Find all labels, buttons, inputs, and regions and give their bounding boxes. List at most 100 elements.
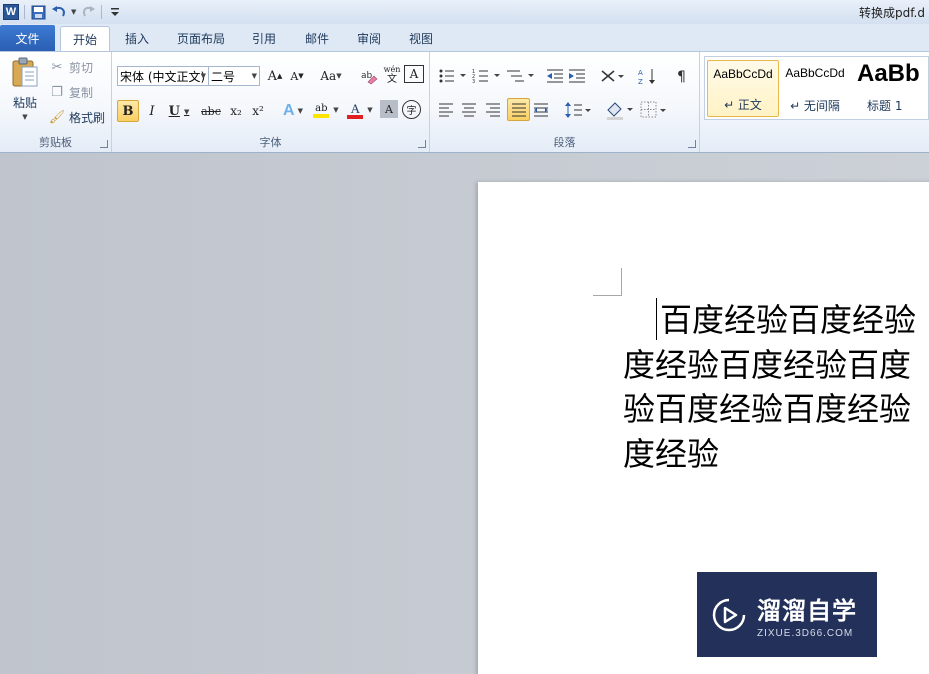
borders-icon[interactable]	[640, 101, 668, 119]
margin-crop-mark	[593, 295, 621, 296]
shrink-font-button[interactable]: A ▼	[286, 65, 308, 87]
phonetic-guide-button[interactable]: wén 文	[381, 64, 403, 86]
clipboard-launcher-icon[interactable]	[100, 140, 108, 148]
clipboard-group: 粘贴 ▼ ✂ 剪切 ❐ 复制 🖌 格式刷 剪贴板	[0, 52, 112, 152]
multilevel-list-icon[interactable]	[506, 68, 536, 84]
cut-button[interactable]: ✂ 剪切	[48, 58, 93, 76]
paragraph-group-label: 段落	[553, 136, 576, 149]
styles-gallery: AaBbCcDd ↵ 正文 AaBbCcDd ↵ 无间隔 AaBb 标题 1	[704, 56, 929, 120]
redo-icon[interactable]	[79, 3, 97, 21]
justify-icon	[511, 103, 526, 116]
svg-text:¶: ¶	[677, 69, 686, 85]
font-name-combo[interactable]: 宋体 (中文正文) ▼	[117, 66, 209, 86]
bullets-icon[interactable]	[438, 68, 468, 84]
copy-label: 复制	[69, 85, 94, 100]
undo-dropdown-icon[interactable]: ▼	[71, 8, 76, 16]
text-line: 验百度经验百度经验	[623, 390, 912, 428]
watermark-logo: 溜溜自学 ZIXUE.3D66.COM	[697, 572, 877, 657]
format-painter-button[interactable]: 🖌 格式刷	[48, 108, 105, 126]
chevron-down-icon: ▼	[251, 72, 257, 80]
chevron-down-icon: ▼	[200, 72, 206, 80]
highlight-button[interactable]: ab ▼	[310, 99, 342, 121]
tab-view[interactable]: 视图	[401, 26, 441, 51]
asian-layout-icon[interactable]	[600, 67, 628, 85]
text-effects-icon: A	[283, 102, 295, 119]
style-no-spacing[interactable]: AaBbCcDd ↵ 无间隔	[779, 60, 851, 117]
format-painter-label: 格式刷	[69, 110, 106, 125]
paragraph-group: 123 AZ ¶ 段落	[430, 52, 700, 152]
customize-qat-icon[interactable]	[106, 3, 124, 21]
clear-formatting-button[interactable]: ab	[358, 65, 380, 87]
font-color-icon: A	[347, 102, 364, 119]
distributed-icon[interactable]	[533, 102, 549, 118]
line-spacing-icon[interactable]	[564, 101, 592, 119]
separator	[101, 5, 103, 19]
align-center-icon[interactable]	[461, 102, 477, 118]
sort-icon[interactable]: AZ	[638, 67, 658, 85]
tab-review[interactable]: 审阅	[349, 26, 389, 51]
grow-font-button[interactable]: A ▲	[264, 65, 286, 87]
tab-file[interactable]: 文件	[0, 25, 55, 51]
font-launcher-icon[interactable]	[418, 140, 426, 148]
style-normal[interactable]: AaBbCcDd ↵ 正文	[707, 60, 779, 117]
separator	[24, 5, 25, 19]
text-line: 度经验百度经验百度	[623, 345, 912, 384]
subscript-button[interactable]: x₂	[225, 100, 247, 122]
document-body[interactable]: 百度经验百度经验 度经验百度经验百度 验百度经验百度经验 度经验	[623, 298, 929, 476]
save-icon[interactable]	[29, 3, 47, 21]
paste-button[interactable]: 粘贴 ▼	[8, 56, 42, 126]
show-marks-icon[interactable]: ¶	[676, 67, 690, 85]
superscript-button[interactable]: x²	[247, 100, 269, 122]
watermark-title: 溜溜自学	[757, 596, 857, 625]
italic-button[interactable]: I	[141, 100, 163, 122]
tab-page-layout[interactable]: 页面布局	[170, 26, 232, 51]
style-label: ↵ 正文	[724, 98, 762, 112]
tab-home[interactable]: 开始	[60, 26, 110, 51]
character-shading-button[interactable]: A	[380, 100, 398, 118]
copy-icon: ❐	[51, 84, 63, 100]
style-sample: AaBb	[857, 60, 920, 87]
text-line: 度经验	[623, 434, 720, 473]
cut-label: 剪切	[69, 60, 94, 75]
ribbon: 粘贴 ▼ ✂ 剪切 ❐ 复制 🖌 格式刷 剪贴板 宋体 (中文正文) ▼ 二号 …	[0, 51, 929, 153]
font-name-value: 宋体 (中文正文)	[120, 69, 206, 84]
window-title: 转换成pdf.d	[858, 6, 925, 20]
ribbon-tabs: 文件 开始 插入 页面布局 引用 邮件 审阅 视图	[0, 24, 929, 51]
word-icon[interactable]: W	[2, 3, 20, 21]
tab-references[interactable]: 引用	[244, 26, 284, 51]
change-case-button[interactable]: Aa ▼	[318, 65, 344, 87]
tab-mailings[interactable]: 邮件	[297, 26, 337, 51]
font-color-button[interactable]: A ▼	[344, 99, 376, 121]
style-label: ↵ 无间隔	[790, 99, 840, 113]
numbering-icon[interactable]: 123	[472, 68, 502, 84]
enclose-characters-button[interactable]: 字	[402, 100, 421, 119]
font-size-combo[interactable]: 二号 ▼	[208, 66, 260, 86]
underline-button[interactable]: U ▼	[164, 100, 194, 122]
paragraph-launcher-icon[interactable]	[688, 140, 696, 148]
title-bar: W ▼ 转换成pdf.d	[0, 0, 929, 24]
quick-access-toolbar: W ▼	[2, 2, 124, 22]
justify-button[interactable]	[507, 98, 530, 121]
clear-formatting-icon: ab	[361, 71, 378, 85]
increase-indent-icon[interactable]	[568, 68, 586, 84]
undo-icon[interactable]	[50, 3, 68, 21]
svg-text:3: 3	[472, 79, 475, 84]
style-heading-1[interactable]: AaBb 标题 1	[851, 60, 929, 117]
font-size-value: 二号	[211, 69, 236, 84]
strikethrough-button[interactable]: abc	[198, 100, 224, 122]
text-effects-button[interactable]: A ▼	[278, 100, 308, 122]
bold-button[interactable]: B	[117, 100, 139, 122]
shading-icon[interactable]	[605, 100, 635, 120]
paste-label: 粘贴	[12, 96, 37, 110]
decrease-indent-icon[interactable]	[546, 68, 564, 84]
svg-text:A: A	[638, 69, 643, 77]
style-sample: AaBbCcDd	[785, 66, 845, 80]
tab-insert[interactable]: 插入	[117, 26, 157, 51]
text-cursor	[656, 298, 657, 340]
align-right-icon[interactable]	[485, 102, 501, 118]
svg-text:Z: Z	[638, 78, 643, 85]
copy-button[interactable]: ❐ 复制	[48, 83, 93, 101]
font-group: 宋体 (中文正文) ▼ 二号 ▼ A ▲ A ▼ Aa ▼ ab wén 文 A B I…	[112, 52, 430, 152]
align-left-icon[interactable]	[438, 102, 454, 118]
character-border-button[interactable]: A	[404, 65, 424, 83]
